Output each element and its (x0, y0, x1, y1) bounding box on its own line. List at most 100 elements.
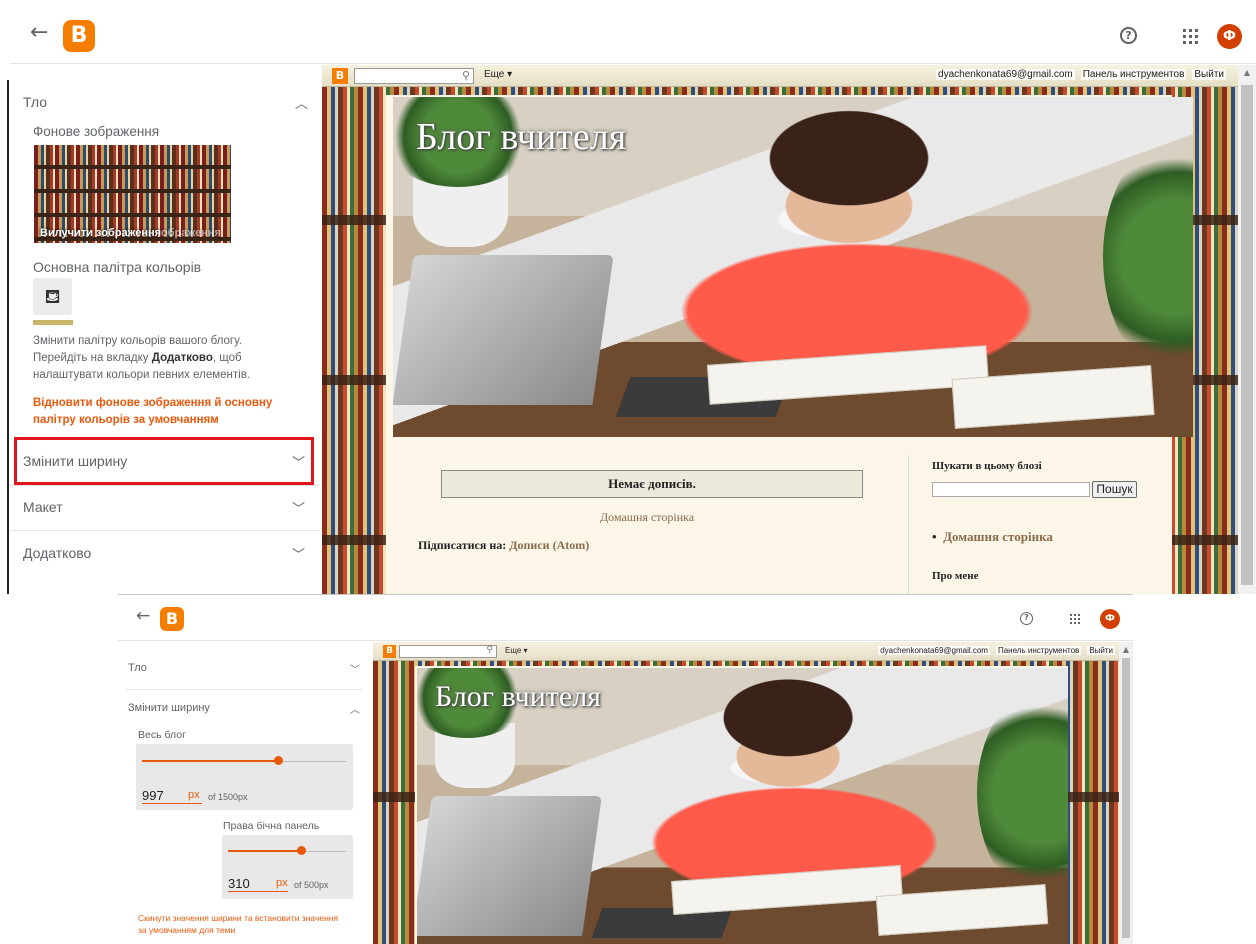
back-arrow-icon[interactable]: ← (136, 606, 150, 626)
whole-blog-slider-knob[interactable] (274, 756, 283, 765)
theme-settings-panel: Тло ︿ Фонове зображення Вилучити зображе… (10, 65, 320, 594)
section-background-title: Тло (23, 94, 48, 110)
right-sidebar-label: Права бічна панель (223, 820, 320, 832)
navbar-dashboard-link[interactable]: Панель инструментов (995, 646, 1082, 655)
reset-width-link[interactable]: Скинути значення ширини та встановити зн… (138, 912, 348, 936)
scroll-up-icon[interactable]: ▲ (1238, 68, 1256, 77)
chevron-up-icon: ︿ (350, 704, 360, 716)
bg-image-label: Фонове зображення (33, 124, 160, 139)
navbar-logout-link[interactable]: Выйти (1192, 69, 1226, 80)
window-edge (7, 80, 9, 594)
top-screenshot: ← B ? Ф Тло ︿ Фонове зображення Вилучити… (0, 0, 1256, 594)
blog-title[interactable]: Блог вчителя (416, 115, 626, 159)
navbar-logo[interactable]: B (332, 68, 348, 84)
navbar-search-input[interactable]: ⚲ (399, 645, 497, 658)
whole-blog-label: Весь блог (138, 729, 186, 741)
blogger-navbar: B ⚲ Еще ▾ dyachenkonata69@gmail.com Пане… (322, 65, 1256, 87)
section-divider (10, 485, 320, 486)
palette-description: Змінити палітру кольорів вашого блогу. П… (33, 335, 251, 381)
sidebar-slider-knob[interactable] (297, 846, 306, 855)
whole-blog-max: of 1500px (208, 792, 248, 802)
theme-settings-panel: Тло ﹀ Змінити ширину ︿ Весь блог 997 px … (118, 642, 370, 944)
section-background-header[interactable]: Тло ︿ (10, 92, 320, 112)
palette-label: Основна палітра кольорів (33, 259, 202, 275)
blog-content-frame: Блог вчителя (415, 666, 1068, 944)
sidebar-width-value[interactable]: 310 (228, 876, 250, 891)
navbar-account-links: dyachenkonata69@gmail.com Панель инструм… (936, 69, 1226, 80)
account-avatar[interactable]: Ф (1217, 24, 1242, 49)
search-widget-heading: Шукати в цьому блозі (932, 460, 1042, 472)
sidebar-track-fill (228, 850, 301, 852)
sidebar-max: of 500px (294, 880, 329, 890)
help-icon[interactable]: ? (1120, 27, 1137, 44)
no-posts-box: Немає дописів. (441, 470, 863, 498)
apps-grid-icon[interactable] (1183, 29, 1198, 44)
search-icon[interactable]: ⚲ (462, 69, 470, 82)
navbar-logo[interactable]: B (383, 645, 396, 658)
navbar-email: dyachenkonata69@gmail.com (936, 69, 1075, 80)
section-advanced-title: Додатково (23, 545, 92, 561)
scroll-up-icon[interactable]: ▲ (1119, 645, 1133, 654)
background-image-thumbnail[interactable]: Вилучити зображенняображення (34, 145, 231, 243)
account-avatar[interactable]: Ф (1100, 609, 1120, 629)
section-width-title: Змінити ширину (23, 453, 128, 469)
sidebar-input-underline (228, 891, 288, 892)
navbar-more-menu[interactable]: Еще ▾ (484, 69, 512, 80)
navbar-dashboard-link[interactable]: Панель инструментов (1080, 69, 1187, 80)
sidebar-home-item[interactable]: • Домашня сторінка (932, 529, 1053, 545)
back-arrow-icon[interactable]: ← (30, 20, 48, 45)
about-me-heading: Про мене (932, 570, 979, 582)
section-layout-title: Макет (23, 499, 63, 515)
blog-title[interactable]: Блог вчителя (435, 680, 601, 714)
blogger-navbar: B ⚲ Еще ▾ dyachenkonata69@gmail.com Пане… (373, 642, 1133, 661)
home-page-link[interactable]: Домашня сторінка (600, 510, 694, 525)
whole-blog-input-underline (142, 803, 202, 804)
blog-search-input[interactable] (932, 482, 1090, 497)
navbar-email: dyachenkonata69@gmail.com (878, 646, 990, 655)
sidebar-separator (908, 455, 909, 594)
chevron-down-icon: ﹀ (291, 455, 305, 471)
blog-content-frame: Блог вчителя Немає дописів. Домашня стор… (386, 95, 1193, 594)
whole-blog-unit: px (188, 789, 200, 801)
whole-blog-track-fill (142, 760, 278, 762)
blogger-logo[interactable]: B (160, 607, 184, 631)
app-bar: ← B ? Ф (118, 595, 1133, 641)
whole-blog-width-value[interactable]: 997 (142, 788, 164, 803)
preview-scrollbar[interactable]: ▲ (1119, 642, 1133, 944)
atom-feed-link[interactable]: Дописи (Atom) (509, 538, 589, 552)
chevron-up-icon: ︿ (294, 96, 308, 112)
section-width-header[interactable]: Змінити ширину ︿ (118, 700, 370, 716)
sidebar-width-card: 310 px of 500px (222, 835, 353, 899)
section-divider (126, 689, 362, 690)
section-advanced-header[interactable]: Додатково ﹀ (10, 543, 320, 563)
preview-scrollbar[interactable]: ▲ (1238, 65, 1256, 594)
section-layout-header[interactable]: Макет ﹀ (10, 497, 320, 517)
section-divider (10, 530, 320, 531)
blog-search-button[interactable]: Пошук (1092, 481, 1137, 498)
palette-swatch[interactable] (33, 320, 73, 325)
section-background-header[interactable]: Тло ﹀ (118, 660, 370, 676)
section-width-title: Змінити ширину (128, 702, 210, 714)
chevron-down-icon: ﹀ (291, 501, 305, 517)
blog-preview: B ⚲ Еще ▾ dyachenkonata69@gmail.com Пане… (373, 642, 1133, 944)
search-icon[interactable]: ⚲ (486, 645, 493, 655)
chevron-down-icon: ﹀ (350, 664, 360, 676)
apps-grid-icon[interactable] (1070, 614, 1080, 624)
sidebar-unit: px (276, 877, 288, 889)
remove-image-link[interactable]: Вилучити зображенняображення (40, 227, 221, 239)
section-background-title: Тло (128, 662, 147, 674)
chevron-down-icon: ﹀ (291, 547, 305, 563)
section-width-header[interactable]: Змінити ширину ﹀ (10, 451, 320, 471)
navbar-more-menu[interactable]: Еще ▾ (505, 646, 528, 655)
navbar-search-input[interactable]: ⚲ (354, 68, 474, 84)
app-bar: ← B ? Ф (10, 0, 1256, 64)
whole-blog-width-card: 997 px of 1500px (136, 744, 353, 810)
navbar-account-links: dyachenkonata69@gmail.com Панель инструм… (878, 646, 1115, 655)
reset-background-link[interactable]: Відновити фонове зображення й основну па… (33, 395, 273, 429)
subscribe-line: Підписатися на: Дописи (Atom) (418, 538, 590, 552)
blog-preview: B ⚲ Еще ▾ dyachenkonata69@gmail.com Пане… (322, 65, 1256, 594)
paint-bucket-icon[interactable]: ⛾ (33, 278, 72, 315)
help-icon[interactable]: ? (1020, 612, 1033, 625)
blogger-logo[interactable]: B (63, 20, 95, 52)
navbar-logout-link[interactable]: Выйти (1087, 646, 1115, 655)
